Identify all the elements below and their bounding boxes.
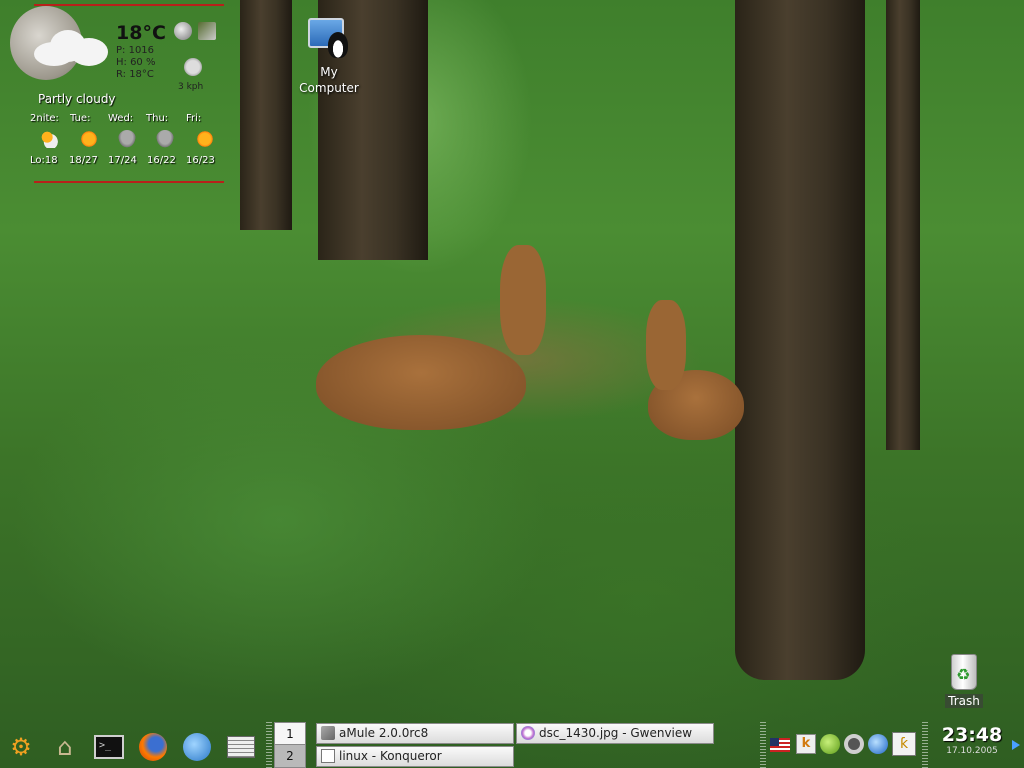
forecast-temp: 16/23 [186,155,215,166]
wallpaper-deer-neck [500,245,546,355]
clock-time: 23:48 [941,724,1003,746]
kpowersave-icon[interactable]: ƙ [892,732,916,756]
panel-handle[interactable] [266,722,272,768]
task-gwenview[interactable]: dsc_1430.jpg - Gwenview [516,723,714,744]
current-temperature: 18°C [116,22,166,44]
my-computer-label-line1: My [320,65,338,79]
trash-label: Trash [945,694,983,708]
network-icon[interactable] [844,734,864,754]
panel-clock[interactable]: 23:48 17.10.2005 [934,724,1010,756]
forecast-temp: Lo:18 [30,155,58,166]
us-flag-icon[interactable] [770,738,790,752]
weather-top-line [34,4,224,6]
kopete-icon[interactable] [820,734,840,754]
task-label: aMule 2.0.0rc8 [339,726,429,740]
weather-widget[interactable]: 18°C P: 1016 H: 60 % R: 18°C 3 kph Partl… [6,2,224,186]
gwenview-icon [521,726,535,740]
kget-icon[interactable] [180,730,214,764]
task-konqueror[interactable]: linux - Konqueror [316,746,514,767]
home-icon[interactable]: ⌂ [48,730,82,764]
wallpaper-tree-trunk [240,0,292,230]
wallpaper-deer-neck [646,300,686,390]
cloud-icon [34,28,108,68]
clock-date: 17.10.2005 [946,746,998,756]
partly-cloudy-icon [40,130,58,148]
pager-desktop-2[interactable]: 2 [275,745,305,767]
wind-icon [184,58,202,76]
sun-icon [196,130,214,148]
terminal-icon[interactable]: >_ [92,730,126,764]
task-label: dsc_1430.jpg - Gwenview [539,726,693,740]
trash-desktop-icon[interactable]: Trash [936,654,992,708]
panel-expand-arrow-icon[interactable] [1012,740,1020,750]
wallpaper-deer [316,335,526,430]
sun-icon [80,130,98,148]
rain-icon [118,130,136,148]
pager-desktop-1[interactable]: 1 [275,723,305,745]
task-amule[interactable]: aMule 2.0.0rc8 [316,723,514,744]
map-icon [198,22,216,40]
panel-handle[interactable] [760,722,766,768]
desktop-pager[interactable]: 1 2 [274,722,306,768]
pressure-reading: P: 1016 [116,45,155,56]
amule-icon [321,726,335,740]
news-icon[interactable] [224,730,258,764]
panel-handle[interactable] [922,722,928,768]
weather-bottom-line [34,181,224,183]
forecast-day: Fri: [186,113,202,124]
wallpaper-tree-trunk [735,0,865,680]
kde-menu-icon[interactable]: ⚙ [4,730,38,764]
forecast-temp: 17/24 [108,155,137,166]
weather-condition: Partly cloudy [38,92,116,106]
humidity-reading: H: 60 % [116,57,156,68]
kde-panel: ⚙ ⌂ >_ 1 2 aMule 2.0.0rc8 dsc_1430.jpg -… [0,722,1024,768]
my-computer-desktop-icon[interactable]: My Computer [294,18,364,96]
trash-icon [951,654,977,690]
my-computer-label-line2: Computer [299,81,359,95]
globe-icon[interactable] [868,734,888,754]
forecast-day: Tue: [70,113,91,124]
firefox-icon[interactable] [136,730,170,764]
forecast-day: Wed: [108,113,134,124]
wallpaper-tree-trunk [886,0,920,450]
task-label: linux - Konqueror [339,749,442,763]
forecast-temp: 18/27 [69,155,98,166]
wind-speed: 3 kph [178,82,204,92]
tux-icon [328,32,348,58]
globe-icon [174,22,192,40]
rain-icon [156,130,174,148]
forecast-day: 2nite: [30,113,59,124]
konqueror-icon [321,749,335,763]
forecast-temp: 16/22 [147,155,176,166]
realfeel-reading: R: 18°C [116,69,154,80]
klipper-icon[interactable]: k [796,734,816,754]
forecast-day: Thu: [146,113,169,124]
